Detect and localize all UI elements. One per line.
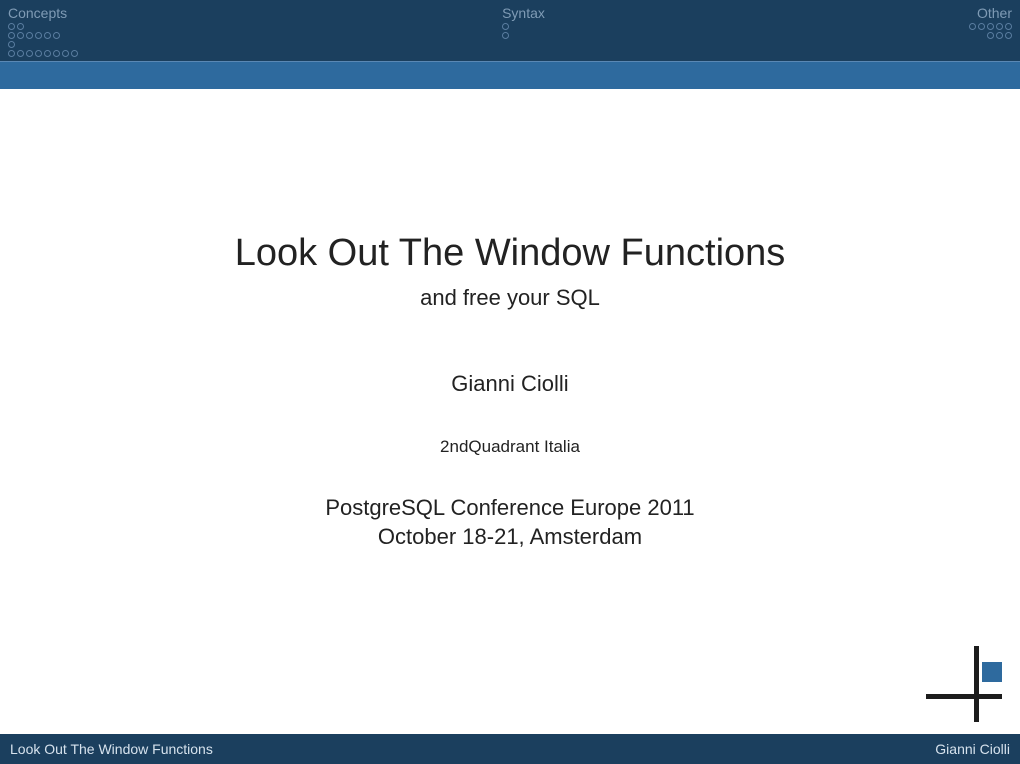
affiliation: 2ndQuadrant Italia xyxy=(440,437,580,457)
nav-progress-row xyxy=(969,23,1012,30)
progress-dot-icon[interactable] xyxy=(8,41,15,48)
progress-dot-icon[interactable] xyxy=(996,32,1003,39)
talk-subtitle: and free your SQL xyxy=(420,285,600,311)
talk-title: Look Out The Window Functions xyxy=(235,232,786,275)
slide: Concepts Syntax Other Look Out The Window … xyxy=(0,0,1020,764)
nav-progress-row xyxy=(8,50,78,57)
nav-progress-row xyxy=(502,23,509,30)
progress-dot-icon[interactable] xyxy=(502,32,509,39)
progress-dot-icon[interactable] xyxy=(26,32,33,39)
nav-section-label[interactable]: Syntax xyxy=(502,6,545,21)
progress-dot-icon[interactable] xyxy=(35,32,42,39)
progress-dot-icon[interactable] xyxy=(17,50,24,57)
nav-section[interactable]: Syntax xyxy=(502,6,545,57)
progress-dot-icon[interactable] xyxy=(987,32,994,39)
progress-dot-icon[interactable] xyxy=(17,23,24,30)
progress-dot-icon[interactable] xyxy=(1005,32,1012,39)
conference-line: October 18-21, Amsterdam xyxy=(325,522,694,552)
nav-section[interactable]: Concepts xyxy=(8,6,78,57)
conference-line: PostgreSQL Conference Europe 2011 xyxy=(325,493,694,523)
progress-dot-icon[interactable] xyxy=(502,23,509,30)
progress-dot-icon[interactable] xyxy=(44,32,51,39)
progress-dot-icon[interactable] xyxy=(26,50,33,57)
progress-dot-icon[interactable] xyxy=(8,32,15,39)
progress-dot-icon[interactable] xyxy=(35,50,42,57)
section-nav: Concepts Syntax Other xyxy=(0,0,1020,61)
progress-dot-icon[interactable] xyxy=(8,23,15,30)
nav-section-label[interactable]: Concepts xyxy=(8,6,67,21)
progress-dot-icon[interactable] xyxy=(996,23,1003,30)
nav-section-label[interactable]: Other xyxy=(977,6,1012,21)
progress-dot-icon[interactable] xyxy=(17,32,24,39)
footer-title: Look Out The Window Functions xyxy=(10,741,213,757)
company-logo xyxy=(926,646,1002,722)
progress-dot-icon[interactable] xyxy=(978,23,985,30)
nav-progress-row xyxy=(8,41,15,48)
nav-section[interactable]: Other xyxy=(969,6,1012,57)
author-name: Gianni Ciolli xyxy=(451,371,568,397)
progress-dot-icon[interactable] xyxy=(53,50,60,57)
nav-progress-row xyxy=(8,23,24,30)
progress-dot-icon[interactable] xyxy=(62,50,69,57)
slide-footer: Look Out The Window Functions Gianni Cio… xyxy=(0,734,1020,764)
progress-dot-icon[interactable] xyxy=(8,50,15,57)
slide-body: Look Out The Window Functions and free y… xyxy=(0,89,1020,734)
nav-progress-row xyxy=(8,32,60,39)
conference-info: PostgreSQL Conference Europe 2011 Octobe… xyxy=(325,493,694,552)
progress-dot-icon[interactable] xyxy=(987,23,994,30)
footer-author: Gianni Ciolli xyxy=(935,741,1010,757)
progress-dot-icon[interactable] xyxy=(969,23,976,30)
accent-bar xyxy=(0,61,1020,89)
nav-progress-row xyxy=(502,32,509,39)
progress-dot-icon[interactable] xyxy=(44,50,51,57)
progress-dot-icon[interactable] xyxy=(1005,23,1012,30)
nav-progress-row xyxy=(987,32,1012,39)
progress-dot-icon[interactable] xyxy=(53,32,60,39)
progress-dot-icon[interactable] xyxy=(71,50,78,57)
